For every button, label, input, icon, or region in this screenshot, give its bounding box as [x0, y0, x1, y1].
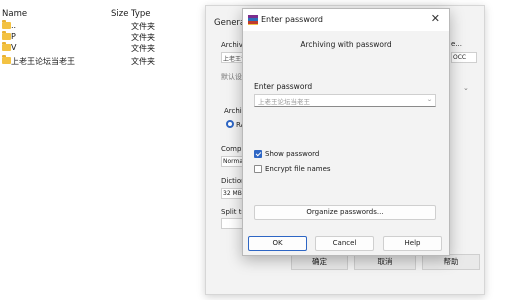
organize-passwords-button[interactable]: Organize passwords... [254, 205, 436, 220]
password-dialog: Enter password ✕ Archiving with password… [242, 8, 450, 256]
password-value: 上老王论坛当老王 [258, 98, 310, 106]
file-name: V [11, 43, 17, 52]
folder-icon [2, 55, 11, 64]
file-name: 上老王论坛当老王 [11, 57, 75, 66]
list-item[interactable]: 上老王论坛当老王 文件夹 [0, 55, 205, 67]
title-bar[interactable]: Enter password ✕ [243, 9, 449, 31]
archive-ok-button[interactable]: 确定 [291, 254, 348, 270]
chevron-down-icon[interactable]: ⌄ [426, 96, 433, 103]
dictionary-value: 32 MB [223, 190, 242, 197]
encrypt-file-names-label: Encrypt file names [265, 165, 331, 173]
column-header-size[interactable]: Size [111, 9, 128, 19]
compression-select[interactable]: Norma [221, 156, 243, 167]
split-volumes-field[interactable] [221, 218, 243, 229]
column-header-type[interactable]: Type [131, 9, 151, 19]
list-item[interactable]: V 文件夹 [0, 42, 205, 54]
file-type: 文件夹 [131, 57, 155, 66]
update-mode-select[interactable]: OCC [451, 52, 477, 63]
rar-radio[interactable] [226, 120, 234, 128]
checkbox-unchecked-icon [254, 165, 262, 173]
file-name: .. [11, 21, 17, 30]
dialog-title: Enter password [261, 15, 323, 24]
dictionary-select[interactable]: 32 MB [221, 188, 243, 199]
winrar-icon [248, 15, 258, 25]
update-mode-value: OCC [453, 54, 467, 61]
cancel-button[interactable]: Cancel [315, 236, 374, 251]
checkbox-checked-icon [254, 150, 262, 158]
archive-help-button[interactable]: 帮助 [422, 254, 480, 270]
chevron-down-icon[interactable]: ⌄ [463, 84, 469, 92]
dialog-heading: Archiving with password [300, 40, 392, 49]
archive-cancel-button[interactable]: 取消 [354, 254, 416, 270]
folder-icon [2, 42, 11, 51]
ok-button[interactable]: OK [248, 236, 307, 251]
encrypt-file-names-checkbox[interactable]: Encrypt file names [254, 164, 434, 174]
file-list: Name Size Type .. 文件夹 P 文件夹 V 文件夹 上老王论坛当… [0, 0, 205, 300]
folder-icon [2, 20, 11, 29]
help-button[interactable]: Help [383, 236, 442, 251]
show-password-checkbox[interactable]: Show password [254, 149, 434, 159]
compression-value: Norma [223, 158, 244, 165]
show-password-label: Show password [265, 150, 320, 158]
default-profile-label: 默认设 [221, 73, 242, 81]
file-type: 文件夹 [131, 44, 155, 53]
password-label: Enter password [254, 82, 313, 91]
close-icon[interactable]: ✕ [431, 13, 440, 25]
browse-button[interactable]: e... [451, 40, 462, 48]
password-input[interactable]: 上老王论坛当老王 ⌄ [254, 94, 436, 107]
column-header-name[interactable]: Name [2, 9, 27, 19]
folder-icon [2, 31, 11, 40]
file-name: P [11, 32, 16, 41]
